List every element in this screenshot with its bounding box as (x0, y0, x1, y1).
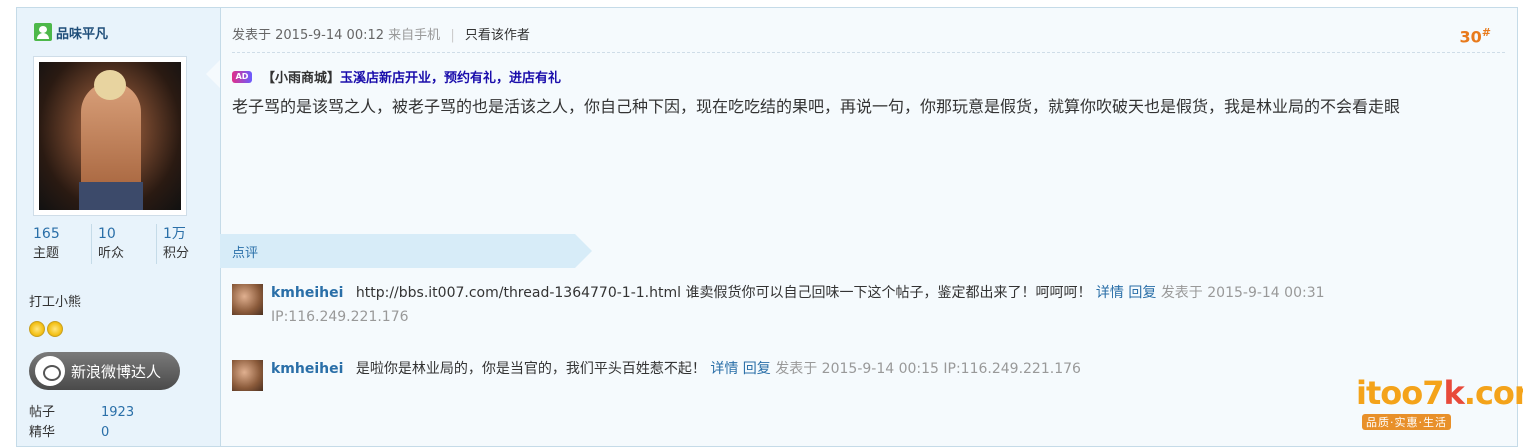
comments-title: 点评 (232, 242, 258, 261)
avatar-image[interactable] (39, 62, 181, 210)
speech-arrow (206, 60, 220, 88)
post-body: 发表于 2015-9-14 00:12 来自手机 | 只看该作者 30# AD … (220, 8, 1517, 446)
avatar[interactable] (33, 56, 187, 216)
comment-text-block: kmheihei http://bbs.it007.com/thread-136… (271, 281, 1346, 329)
only-author-link[interactable]: 只看该作者 (465, 28, 530, 43)
commenter-name[interactable]: kmheihei (271, 285, 343, 301)
info-key: 精华 (29, 423, 101, 443)
ad-link[interactable]: 玉溪店新店开业，预约有礼，进店有礼 (340, 67, 561, 86)
post-container: 品味平凡 165 主题 10 听众 1万 积分 打工小熊 (16, 7, 1518, 447)
stat-topics-value[interactable]: 165 (33, 224, 91, 244)
commenter-avatar[interactable] (232, 284, 263, 315)
author-stats: 165 主题 10 听众 1万 积分 (27, 224, 221, 264)
logo-tld: .com (1464, 374, 1523, 412)
comment-item: kmheihei http://bbs.it007.com/thread-136… (232, 284, 1346, 329)
logo-main: itoo7 (1356, 374, 1444, 412)
sun-icon (29, 321, 45, 337)
logo-slogan: 品质·实惠·生活 (1362, 414, 1451, 430)
comment-time: 发表于 2015-9-14 00:15 IP:116.249.221.176 (775, 361, 1081, 377)
post-content: 老子骂的是该骂之人，被老子骂的也是活该之人，你自己种下因，现在吃吃结的果吧，再说… (232, 94, 1494, 120)
sun-icon (47, 321, 63, 337)
comment-text: 是啦你是林业局的，你是当官的，我们平头百姓惹不起！ (356, 361, 706, 377)
comment-detail-link[interactable]: 详情 (1096, 285, 1124, 301)
comment-detail-link[interactable]: 详情 (710, 361, 738, 377)
author-sidebar: 品味平凡 165 主题 10 听众 1万 积分 打工小熊 (17, 8, 221, 446)
floor-mark: # (1482, 26, 1491, 39)
ad-banner[interactable]: AD 【小雨商城】 玉溪店新店开业，预约有礼，进店有礼 (232, 67, 561, 86)
stat-points-value[interactable]: 1万 (163, 224, 221, 244)
site-watermark-logo: itoo7k.com 品质·实惠·生活 (1348, 372, 1523, 436)
author-info: 帖子 1923 精华 0 (29, 403, 134, 443)
info-row-digest: 精华 0 (29, 423, 134, 443)
comment-item: kmheihei 是啦你是林业局的，你是当官的，我们平头百姓惹不起！ 详情 回复… (232, 360, 1346, 391)
comment-reply-link[interactable]: 回复 (743, 361, 771, 377)
stat-points-label: 积分 (163, 244, 221, 264)
stat-listeners-label: 听众 (98, 244, 156, 264)
weibo-badge[interactable]: 新浪微博达人 (29, 352, 180, 390)
post-meta: 发表于 2015-9-14 00:12 来自手机 | 只看该作者 (232, 24, 530, 43)
ad-prefix: 【小雨商城】 (262, 67, 340, 86)
logo-text: itoo7k.com (1356, 374, 1523, 412)
info-key: 帖子 (29, 403, 101, 423)
stat-topics[interactable]: 165 主题 (27, 224, 92, 264)
weibo-icon (35, 356, 65, 386)
comment-reply-link[interactable]: 回复 (1128, 285, 1156, 301)
commenter-name[interactable]: kmheihei (271, 361, 343, 377)
floor-number[interactable]: 30# (1460, 26, 1491, 46)
logo-k: k (1444, 374, 1464, 412)
comment-text: http://bbs.it007.com/thread-1364770-1-1.… (356, 285, 1092, 301)
post-source: 来自手机 (388, 28, 440, 43)
commenter-avatar[interactable] (232, 360, 263, 391)
info-value[interactable]: 1923 (101, 403, 134, 423)
stat-topics-label: 主题 (33, 244, 91, 264)
weibo-badge-label: 新浪微博达人 (71, 361, 161, 382)
author-name-row[interactable]: 品味平凡 (34, 22, 108, 42)
post-time: 发表于 2015-9-14 00:12 (232, 28, 384, 43)
info-row-posts: 帖子 1923 (29, 403, 134, 423)
stat-listeners-value[interactable]: 10 (98, 224, 156, 244)
author-name[interactable]: 品味平凡 (56, 23, 108, 42)
comment-text-block: kmheihei 是啦你是林业局的，你是当官的，我们平头百姓惹不起！ 详情 回复… (271, 357, 1346, 391)
stat-points[interactable]: 1万 积分 (157, 224, 221, 264)
comments-header: 点评 (220, 234, 575, 268)
rank-icons (29, 321, 63, 337)
user-icon (34, 23, 52, 41)
meta-divider (232, 52, 1505, 53)
floor-value[interactable]: 30 (1460, 27, 1482, 46)
ad-badge-icon: AD (232, 71, 252, 83)
info-value[interactable]: 0 (101, 423, 109, 443)
stat-listeners[interactable]: 10 听众 (92, 224, 157, 264)
meta-separator: | (450, 28, 454, 43)
user-group: 打工小熊 (29, 291, 81, 310)
